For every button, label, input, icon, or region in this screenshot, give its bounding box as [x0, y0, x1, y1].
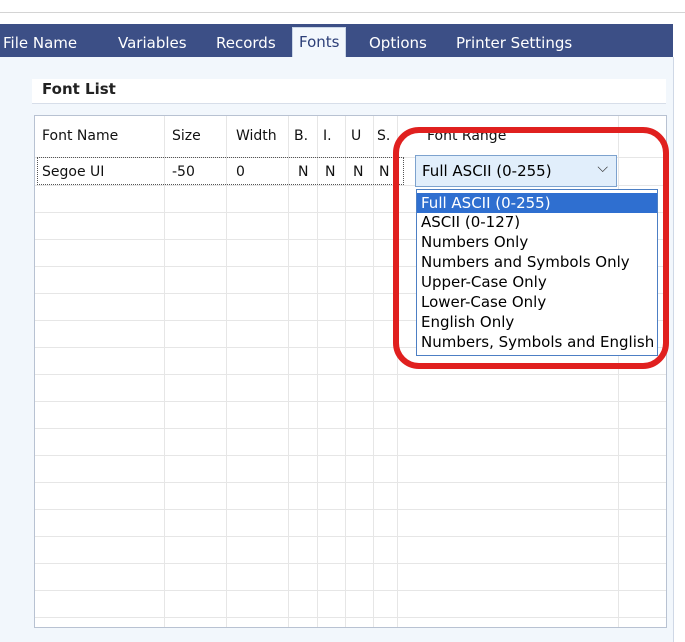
- column-header-font-name[interactable]: Font Name: [42, 128, 118, 144]
- cell-bold[interactable]: N: [298, 164, 308, 180]
- tab-printer-settings[interactable]: Printer Settings: [456, 29, 572, 57]
- highlight-annotation-ring: [393, 127, 669, 369]
- column-header-size[interactable]: Size: [172, 128, 201, 144]
- column-header-strike[interactable]: S.: [377, 128, 390, 144]
- grid-line: [35, 509, 666, 510]
- cell-underline[interactable]: N: [353, 164, 363, 180]
- grid-line: [35, 374, 666, 375]
- tab-bar: File Name Variables Records Fonts Option…: [0, 24, 673, 58]
- grid-line: [35, 536, 666, 537]
- cell-italic[interactable]: N: [325, 164, 335, 180]
- top-divider: [0, 12, 685, 13]
- grid-col-line: [226, 116, 227, 627]
- tab-fonts[interactable]: Fonts: [292, 27, 347, 58]
- grid-line: [35, 401, 666, 402]
- column-header-width[interactable]: Width: [236, 128, 277, 144]
- tab-options[interactable]: Options: [369, 29, 427, 57]
- tab-variables[interactable]: Variables: [118, 29, 187, 57]
- grid-line: [35, 455, 666, 456]
- top-spacer: [0, 0, 685, 12]
- grid-col-line: [345, 116, 346, 627]
- cell-strike[interactable]: N: [379, 164, 389, 180]
- column-header-italic[interactable]: I.: [323, 128, 332, 144]
- font-list-header: Font List: [32, 79, 666, 104]
- grid-line: [35, 482, 666, 483]
- grid-line: [35, 590, 666, 591]
- grid-col-line: [317, 116, 318, 627]
- tab-records[interactable]: Records: [216, 29, 276, 57]
- grid-col-line: [373, 116, 374, 627]
- grid-col-line: [288, 116, 289, 627]
- grid-line: [35, 428, 666, 429]
- grid-line: [35, 617, 666, 618]
- tab-file-name[interactable]: File Name: [3, 29, 77, 57]
- cell-width[interactable]: 0: [236, 164, 245, 180]
- font-list-title: Font List: [42, 80, 116, 98]
- grid-col-line: [164, 116, 165, 627]
- grid-line: [35, 563, 666, 564]
- column-header-underline[interactable]: U: [351, 128, 361, 144]
- column-header-bold[interactable]: B.: [294, 128, 308, 144]
- cell-font-name[interactable]: Segoe UI: [42, 164, 104, 180]
- cell-size[interactable]: -50: [172, 164, 195, 180]
